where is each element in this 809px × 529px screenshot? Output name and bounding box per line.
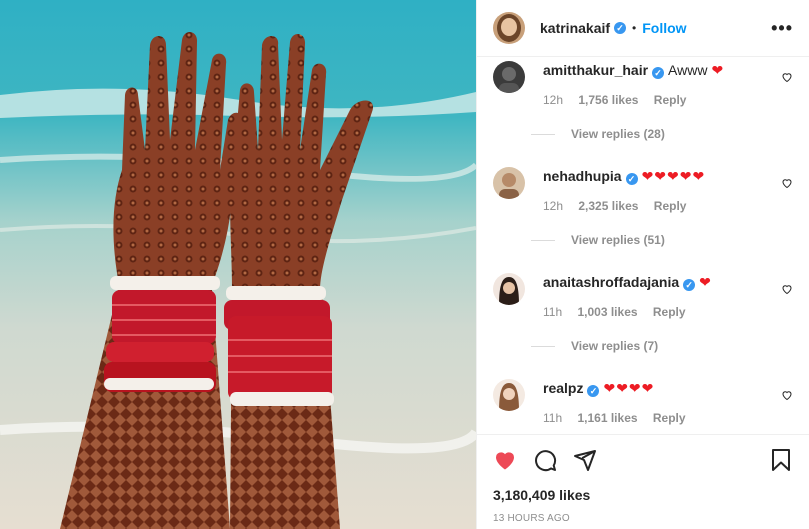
commenter-avatar[interactable] (493, 379, 525, 411)
commenter-avatar[interactable] (493, 61, 525, 93)
comments-list[interactable]: amitthakur_hair ✓ Awww ❤ 12h 1,756 likes Re… (477, 57, 809, 434)
verified-icon: ✓ (683, 279, 696, 291)
comment-icon[interactable] (533, 448, 557, 472)
comment-likes[interactable]: 1,756 likes (578, 93, 638, 107)
verified-icon: ✓ (652, 67, 665, 79)
separator-dot: • (632, 21, 637, 35)
view-replies-button[interactable]: View replies (28) (531, 127, 665, 141)
heart-icon[interactable] (493, 448, 517, 472)
reply-button[interactable]: Reply (653, 411, 686, 425)
follow-button[interactable]: Follow (642, 20, 686, 36)
verified-icon: ✓ (625, 173, 638, 185)
comment-likes[interactable]: 1,003 likes (577, 305, 637, 319)
more-icon[interactable]: ••• (771, 18, 793, 39)
post-likes-count[interactable]: 3,180,409 likes (493, 487, 793, 503)
post-actions: 3,180,409 likes 13 HOURS AGO (477, 434, 809, 529)
author-avatar[interactable] (493, 12, 525, 44)
commenter-username[interactable]: anaitashroffadajania (543, 274, 679, 290)
action-icons (493, 435, 793, 485)
heart-emoji: ❤❤❤❤ (603, 380, 655, 396)
post-panel: katrinakaif ✓ • Follow ••• amitthakur_ha… (476, 0, 809, 529)
comment-like-icon[interactable] (781, 71, 793, 83)
comment-likes[interactable]: 2,325 likes (578, 199, 638, 213)
comment-text: Awww (668, 62, 708, 78)
comment-item: anaitashroffadajania ✓ ❤ 11h 1,003 likes R… (493, 273, 793, 319)
comment-time: 12h (543, 93, 564, 107)
post-image[interactable] (0, 0, 476, 529)
comment-item: realpz ✓ ❤❤❤❤ 11h 1,161 likes Reply (493, 379, 793, 425)
comment-item: nehadhupia ✓ ❤❤❤❤❤ 12h 2,325 likes Reply (493, 167, 793, 213)
comment-like-icon[interactable] (781, 389, 793, 401)
commenter-avatar[interactable] (493, 273, 525, 305)
share-icon[interactable] (573, 448, 597, 472)
reply-button[interactable]: Reply (653, 305, 686, 319)
comment-like-icon[interactable] (781, 283, 793, 295)
right-bangles (224, 286, 334, 406)
left-bangles (104, 276, 220, 392)
post-header: katrinakaif ✓ • Follow ••• (477, 0, 809, 57)
heart-emoji: ❤ (699, 274, 712, 290)
commenter-username[interactable]: amitthakur_hair (543, 62, 648, 78)
commenter-avatar[interactable] (493, 167, 525, 199)
mehndi-hands-photo (0, 0, 476, 529)
reply-button[interactable]: Reply (654, 93, 687, 107)
heart-emoji: ❤ (711, 62, 725, 78)
heart-emoji: ❤❤❤❤❤ (641, 168, 706, 184)
verified-icon: ✓ (614, 22, 627, 34)
post-timestamp[interactable]: 13 HOURS AGO (493, 513, 793, 524)
comment-like-icon[interactable] (781, 177, 793, 189)
comment-likes[interactable]: 1,161 likes (577, 411, 637, 425)
comment-time: 12h (543, 199, 564, 213)
verified-icon: ✓ (587, 385, 600, 397)
comment-item: amitthakur_hair ✓ Awww ❤ 12h 1,756 likes Re… (493, 61, 793, 107)
reply-button[interactable]: Reply (654, 199, 687, 213)
bookmark-icon[interactable] (769, 448, 793, 472)
comment-time: 11h (543, 411, 563, 425)
view-replies-button[interactable]: View replies (7) (531, 339, 658, 353)
comment-time: 11h (543, 305, 563, 319)
author-username[interactable]: katrinakaif (540, 20, 610, 36)
commenter-username[interactable]: realpz (543, 380, 583, 396)
commenter-username[interactable]: nehadhupia (543, 168, 622, 184)
view-replies-button[interactable]: View replies (51) (531, 233, 665, 247)
